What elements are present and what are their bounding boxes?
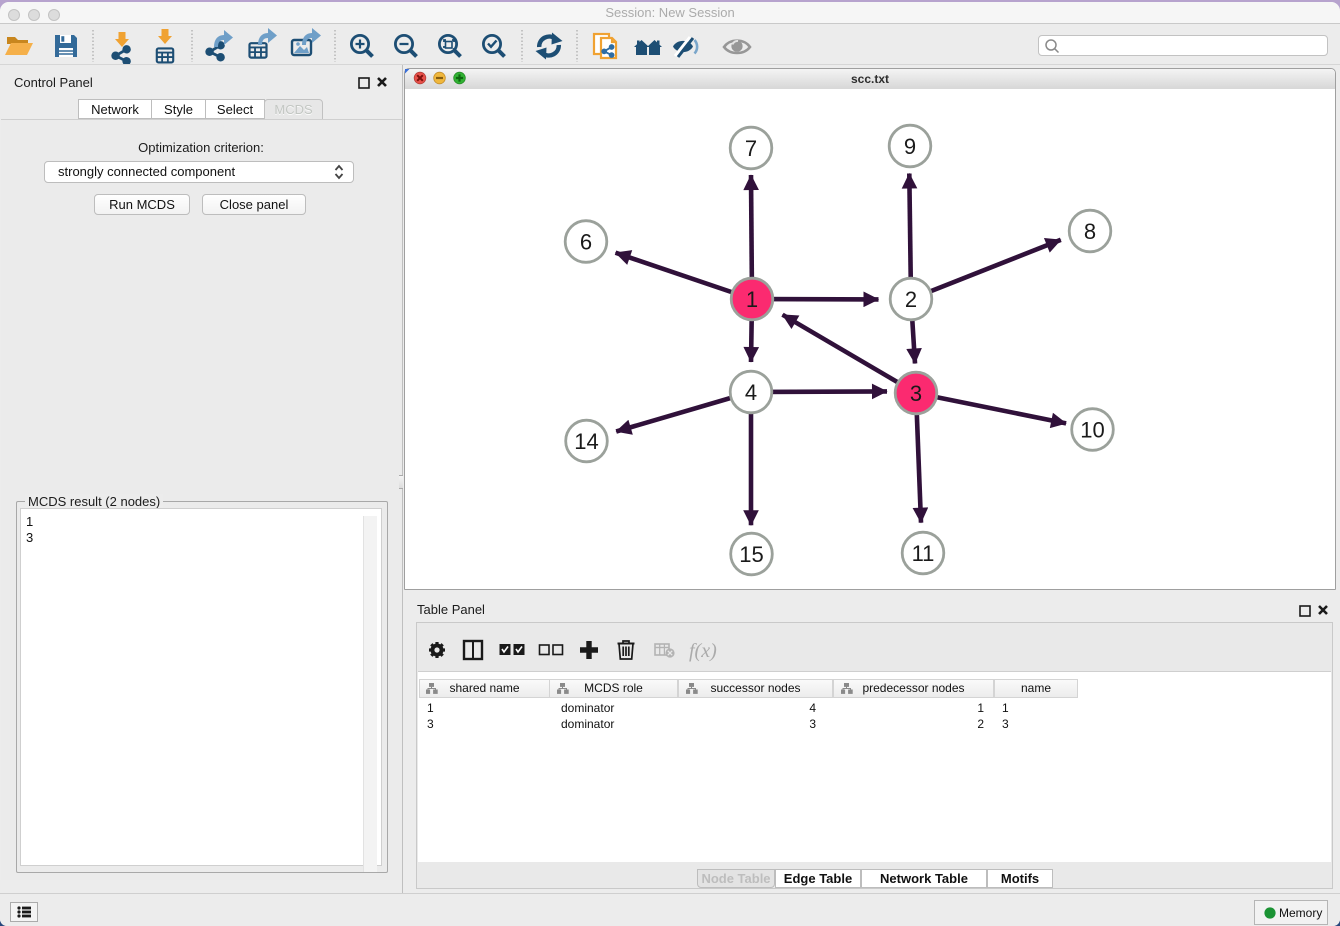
svg-text:6: 6 xyxy=(580,230,592,255)
svg-text:3: 3 xyxy=(910,381,922,406)
svg-text:2: 2 xyxy=(905,287,917,312)
svg-text:8: 8 xyxy=(1084,219,1096,244)
svg-text:7: 7 xyxy=(745,136,757,161)
svg-text:14: 14 xyxy=(574,429,598,454)
svg-text:4: 4 xyxy=(745,380,757,405)
svg-text:10: 10 xyxy=(1080,418,1104,443)
svg-text:9: 9 xyxy=(904,134,916,159)
svg-text:1: 1 xyxy=(746,287,758,312)
svg-text:11: 11 xyxy=(912,541,935,566)
svg-text:f(x): f(x) xyxy=(689,640,717,662)
svg-text:15: 15 xyxy=(739,542,763,567)
